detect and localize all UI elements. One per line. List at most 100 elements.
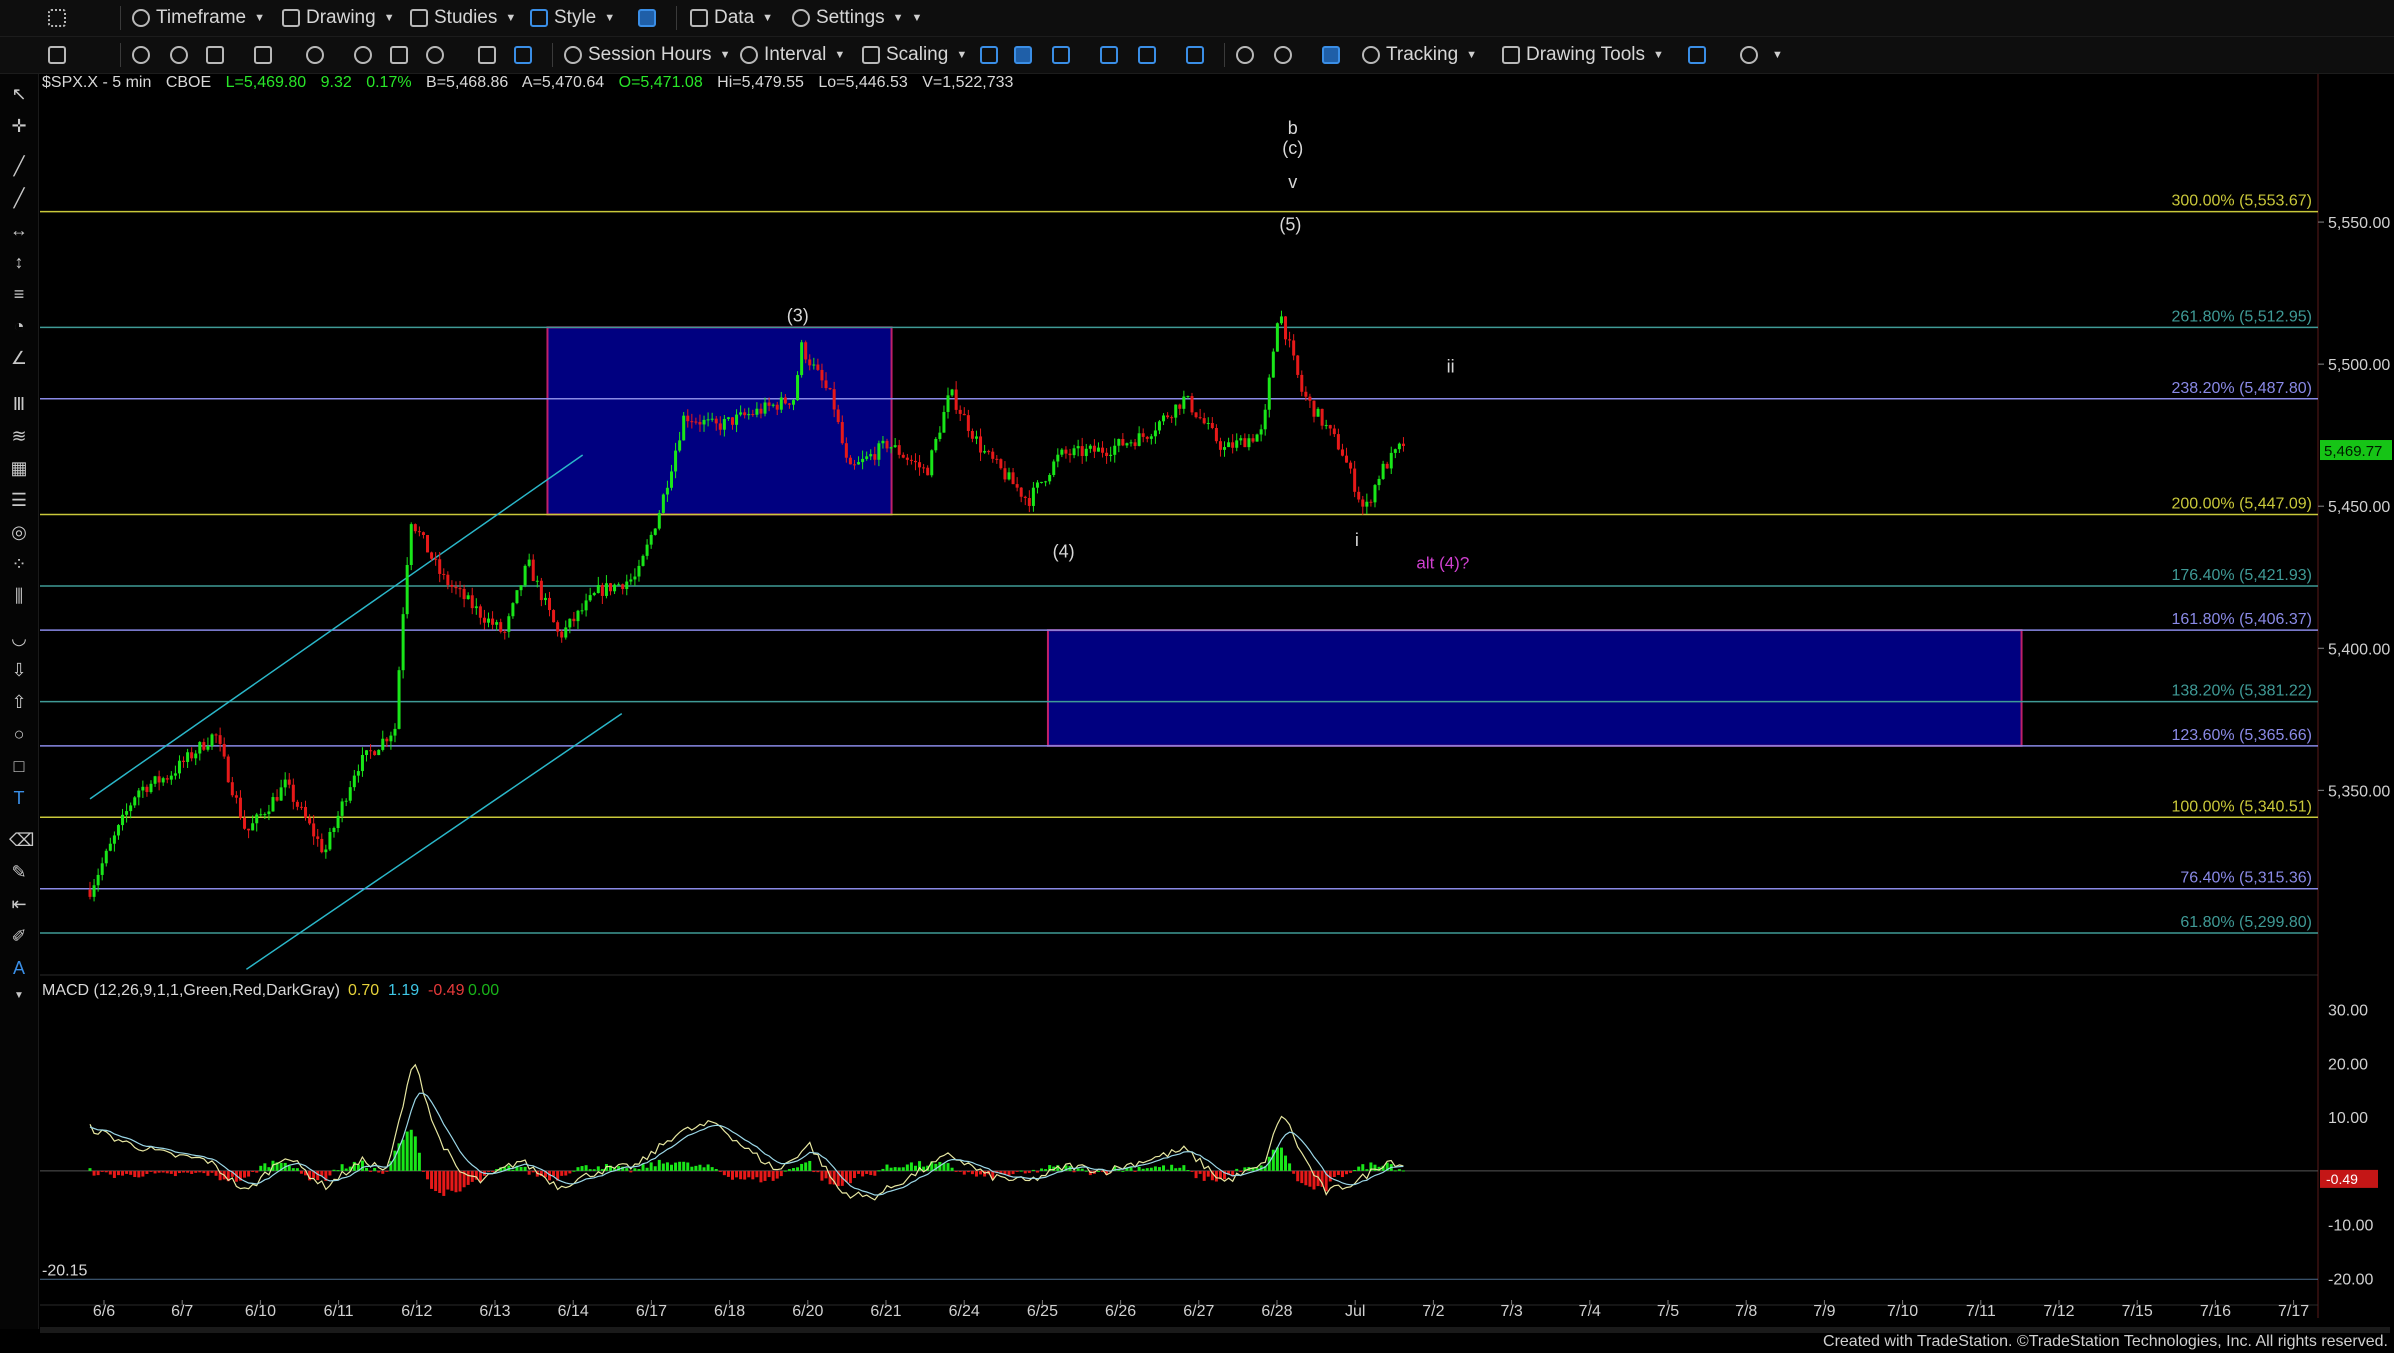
price-candle-body — [125, 811, 129, 815]
quote-bar: $SPX.X - 5 min CBOE L=5,469.80 9.32 0.17… — [42, 74, 1023, 92]
macd-histogram-bar — [157, 1170, 161, 1173]
price-candle-body — [1040, 481, 1044, 483]
macd-histogram-bar — [108, 1170, 112, 1175]
price-candle-body — [702, 419, 706, 425]
macd-histogram-bar — [751, 1170, 755, 1180]
macd-histogram-bar — [381, 1170, 385, 1174]
price-candle-body — [458, 588, 462, 590]
macd-histogram-bar — [592, 1169, 596, 1171]
price-candle-body — [316, 836, 320, 839]
target-zone-box — [1046, 629, 2023, 747]
price-candle-body — [1210, 422, 1214, 429]
price-candle-body — [1190, 396, 1194, 413]
price-candle-body — [474, 606, 478, 609]
date-axis-label: 7/2 — [1422, 1303, 1444, 1320]
price-candle-body — [1096, 447, 1100, 452]
price-candle-body — [710, 418, 714, 420]
macd-histogram-bar — [409, 1129, 413, 1171]
low: Lo=5,446.53 — [818, 74, 908, 91]
macd-histogram-bar — [1174, 1168, 1178, 1171]
macd-histogram-bar — [1178, 1167, 1182, 1171]
macd-histogram-bar — [454, 1170, 458, 1193]
macd-histogram-bar — [1121, 1170, 1125, 1172]
price-candle-body — [1048, 474, 1052, 482]
price-candle-body — [1105, 452, 1109, 456]
price-candle-body — [1080, 446, 1084, 457]
price-candle-body — [1129, 442, 1133, 444]
price-candle-body — [865, 456, 869, 459]
macd-histogram-bar — [137, 1170, 141, 1178]
price-candle-body — [556, 622, 560, 632]
macd-histogram-bar — [979, 1170, 983, 1175]
macd-histogram-bar — [1279, 1147, 1283, 1171]
macd-histogram-bar — [580, 1166, 584, 1171]
fib-level-label: 76.40% (5,315.36) — [2180, 870, 2312, 887]
price-candle-body — [299, 806, 303, 808]
macd-histogram-bar — [121, 1170, 125, 1176]
price-candle-body — [491, 618, 495, 625]
price-candle-body — [755, 408, 759, 415]
price-candle-body — [173, 773, 177, 776]
price-candle-body — [275, 797, 279, 801]
macd-axis-label: 10.00 — [2328, 1110, 2368, 1127]
price-candle-body — [206, 746, 210, 750]
macd-histogram-bar — [1190, 1170, 1194, 1172]
price-candle-body — [743, 412, 747, 416]
macd-histogram-bar — [491, 1170, 495, 1172]
price-candle-body — [397, 670, 401, 729]
macd-histogram-bar — [686, 1162, 690, 1171]
macd-histogram-bar — [1300, 1170, 1304, 1184]
price-candle-body — [767, 402, 771, 406]
price-candle-body — [885, 440, 889, 449]
date-axis-label: 7/5 — [1657, 1303, 1679, 1320]
macd-histogram-bar — [645, 1167, 649, 1171]
macd-histogram-bar — [779, 1170, 783, 1177]
ask: A=5,470.64 — [521, 74, 605, 91]
last-price-tag-label: 5,469.77 — [2324, 443, 2382, 460]
macd-histogram-bar — [1401, 1170, 1405, 1172]
date-axis-label: 7/11 — [1966, 1303, 1996, 1320]
price-candle-body — [604, 583, 608, 596]
price-candle-body — [694, 421, 698, 423]
price-candle-body — [291, 784, 295, 802]
price-candle-body — [649, 534, 653, 545]
price-candle-body — [478, 606, 482, 618]
open: O=5,471.08 — [618, 74, 703, 91]
price-candle-body — [869, 454, 873, 457]
price-candle-body — [389, 735, 393, 742]
date-axis-label: 7/10 — [1887, 1303, 1918, 1320]
date-axis-label: Jul — [1345, 1303, 1365, 1320]
macd-histogram-bar — [726, 1170, 730, 1177]
macd-histogram-bar — [1206, 1170, 1210, 1177]
macd-histogram-bar — [1149, 1167, 1153, 1171]
chart-canvas[interactable]: 300.00% (5,553.67) 261.80% (5,512.95) 238.… — [0, 0, 2394, 1353]
macd-histogram-bar — [755, 1170, 759, 1178]
price-candle-body — [129, 805, 133, 812]
price-candle-body — [104, 850, 108, 864]
price-candle-body — [230, 782, 234, 796]
macd-histogram-bar — [531, 1170, 535, 1173]
price-candle-body — [820, 369, 824, 381]
price-candle-body — [970, 430, 974, 439]
price-candle-body — [186, 752, 190, 762]
wave-label: b — [1288, 118, 1298, 138]
price-candle-body — [861, 458, 865, 463]
macd-histogram-bar — [763, 1170, 767, 1181]
macd-histogram-bar — [511, 1169, 515, 1171]
macd-histogram-bar — [1084, 1170, 1088, 1172]
price-candle-body — [816, 364, 820, 370]
macd-histogram-bar — [1040, 1168, 1044, 1171]
price-candle-body — [1060, 449, 1064, 455]
macd-histogram-bar — [1353, 1170, 1357, 1172]
price-candle-body — [1044, 481, 1048, 483]
price-candle-body — [446, 574, 450, 585]
price-candle-body — [759, 408, 763, 414]
macd-histogram-bar — [377, 1170, 381, 1173]
macd-histogram-bar — [568, 1170, 572, 1174]
date-axis-label: 6/21 — [870, 1303, 901, 1320]
price-candle-body — [857, 462, 861, 465]
macd-histogram-bar — [1072, 1170, 1076, 1173]
price-candle-body — [625, 581, 629, 590]
price-candle-body — [133, 797, 137, 806]
macd-histogram-bar — [1145, 1168, 1149, 1171]
